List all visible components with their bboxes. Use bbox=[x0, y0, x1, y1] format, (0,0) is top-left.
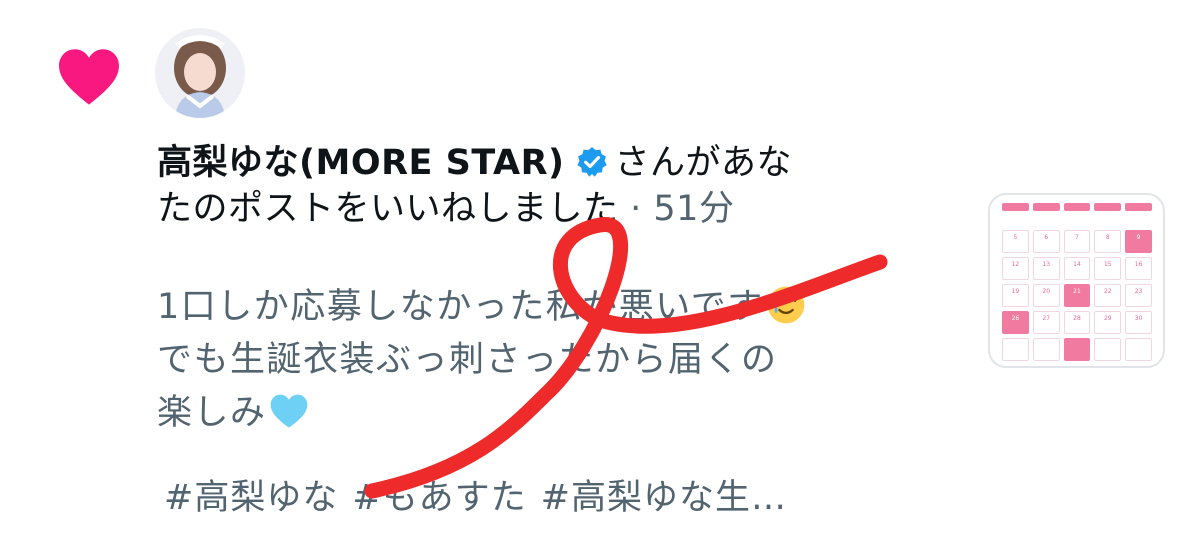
separator-dot: · bbox=[618, 189, 654, 229]
calendar-cell: 12 bbox=[1002, 257, 1029, 280]
smiling-face-with-tear-emoji-icon bbox=[767, 286, 805, 324]
calendar-cell bbox=[1094, 338, 1122, 361]
user-name-link[interactable]: 高梨ゆな(MORE STAR) bbox=[157, 143, 565, 183]
post-line-3: 楽しみ bbox=[157, 387, 937, 440]
calendar-header-cell bbox=[1094, 203, 1122, 211]
verified-badge-icon bbox=[576, 147, 607, 177]
post-preview-text[interactable]: 1口しか応募しなかった私が悪いです でも生誕衣装ぶっ刺さったから届くの 楽しみ bbox=[157, 281, 937, 440]
post-text-line-1: 1口しか応募しなかった私が悪いです bbox=[157, 287, 764, 327]
calendar-header-cell bbox=[1032, 203, 1060, 211]
calendar-cell-highlight: 26 bbox=[1002, 311, 1029, 334]
calendar-cell bbox=[1032, 338, 1060, 361]
calendar-cell: 27 bbox=[1032, 311, 1060, 334]
light-blue-heart-emoji-icon bbox=[270, 394, 307, 428]
calendar-cell: 22 bbox=[1094, 284, 1122, 307]
calendar-image: 5 6 7 8 9 12 13 14 15 16 19 20 21 22 23 … bbox=[1002, 203, 1152, 361]
calendar-cell bbox=[1125, 338, 1152, 361]
calendar-cell: 8 bbox=[1094, 230, 1122, 253]
hashtag-1[interactable]: #高梨ゆな bbox=[164, 478, 338, 518]
calendar-cell: 14 bbox=[1063, 257, 1091, 280]
avatar[interactable] bbox=[155, 28, 245, 118]
media-thumbnail[interactable]: 5 6 7 8 9 12 13 14 15 16 19 20 21 22 23 … bbox=[988, 193, 1165, 368]
post-line-1: 1口しか応募しなかった私が悪いです bbox=[157, 281, 937, 334]
notification-headline: 高梨ゆな(MORE STAR) さんがあなたのポストをいいねしました · 51分 bbox=[157, 140, 887, 232]
calendar-cell: 13 bbox=[1032, 257, 1060, 280]
user-avatar-icon bbox=[155, 28, 245, 118]
like-notification[interactable]: 高梨ゆな(MORE STAR) さんがあなたのポストをいいねしました · 51分… bbox=[0, 0, 1200, 551]
hashtag-2[interactable]: #もあすた bbox=[352, 478, 526, 518]
calendar-header-cell bbox=[1125, 203, 1152, 211]
calendar-cell: 15 bbox=[1094, 257, 1122, 280]
calendar-cell: 5 bbox=[1002, 230, 1029, 253]
calendar-cell-highlight: 21 bbox=[1063, 284, 1091, 307]
calendar-cell: 30 bbox=[1125, 311, 1152, 334]
calendar-cell bbox=[1002, 338, 1029, 361]
calendar-cell: 6 bbox=[1032, 230, 1060, 253]
calendar-cell: 29 bbox=[1094, 311, 1122, 334]
calendar-header-cell bbox=[1063, 203, 1091, 211]
post-line-2: でも生誕衣装ぶっ刺さったから届くの bbox=[157, 334, 937, 387]
calendar-cell: 28 bbox=[1063, 311, 1091, 334]
calendar-cell: 19 bbox=[1002, 284, 1029, 307]
heart-icon bbox=[59, 49, 119, 105]
timestamp[interactable]: 51分 bbox=[653, 189, 734, 229]
post-text-line-3: 楽しみ bbox=[157, 393, 267, 433]
action-text-part2: たのポストをいいねしました bbox=[157, 189, 619, 229]
calendar-cell: 7 bbox=[1063, 230, 1091, 253]
action-text-part1: さんがあな bbox=[614, 143, 793, 183]
calendar-cell: 20 bbox=[1032, 284, 1060, 307]
calendar-header-cell bbox=[1002, 203, 1029, 211]
post-text-line-2: でも生誕衣装ぶっ刺さったから届くの bbox=[157, 340, 778, 380]
calendar-cell-highlight bbox=[1063, 338, 1091, 361]
calendar-cell-highlight: 9 bbox=[1125, 230, 1152, 253]
calendar-cell: 23 bbox=[1125, 284, 1152, 307]
calendar-cell: 16 bbox=[1125, 257, 1152, 280]
hashtag-3[interactable]: #高梨ゆな生… bbox=[541, 478, 787, 518]
hashtags-row: #高梨ゆな #もあすた #高梨ゆな生… bbox=[164, 472, 944, 525]
